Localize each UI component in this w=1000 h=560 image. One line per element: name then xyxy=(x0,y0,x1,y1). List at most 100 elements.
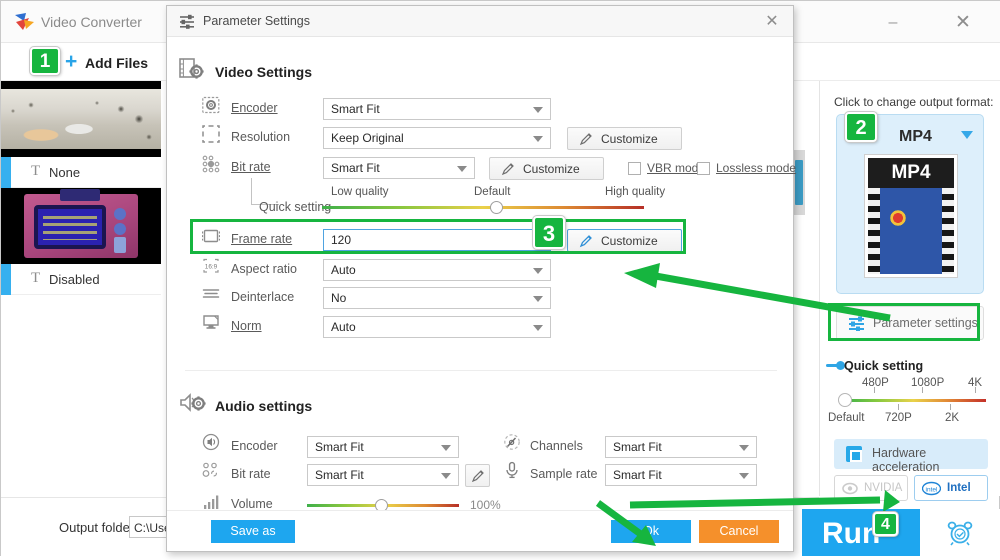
resolution-customize-label: Customize xyxy=(601,132,658,146)
bitrate-select[interactable]: Smart Fit xyxy=(323,157,475,179)
quality-slider-knob[interactable] xyxy=(490,201,503,214)
dialog-titlebar: Parameter Settings ✕ xyxy=(167,6,793,37)
chevron-down-icon xyxy=(533,325,543,331)
alarm-button[interactable] xyxy=(920,509,1000,556)
parameter-settings-dialog: Parameter Settings ✕ Video Settings Enco… xyxy=(166,5,797,552)
pencil-icon xyxy=(501,163,514,176)
sample-rate-select[interactable]: Smart Fit xyxy=(605,464,757,486)
tick-mark xyxy=(950,404,951,410)
alarm-clock-icon xyxy=(947,521,973,546)
chevron-down-icon[interactable] xyxy=(961,131,973,139)
ok-button[interactable]: Ok xyxy=(611,520,691,543)
quick-setting-slider-track[interactable] xyxy=(846,399,986,402)
chevron-down-icon xyxy=(533,107,543,113)
vbr-mode-checkbox[interactable] xyxy=(628,162,641,175)
norm-select[interactable]: Auto xyxy=(323,316,551,338)
audio-encoder-label: Encoder xyxy=(231,439,278,453)
encoder-select[interactable]: Smart Fit xyxy=(323,98,551,120)
deinterlace-value: No xyxy=(331,291,347,305)
format-thumbnail-label: MP4 xyxy=(868,158,954,188)
resolution-label: Resolution xyxy=(231,130,291,144)
annotation-badge-2: 2 xyxy=(845,112,877,142)
section-divider xyxy=(185,370,777,371)
nvidia-label: NVIDIA xyxy=(864,482,903,494)
lossless-mode-label: Lossless mode xyxy=(716,161,797,175)
film-gear-small-icon xyxy=(202,96,220,114)
lossless-mode-checkbox[interactable] xyxy=(697,162,710,175)
run-button[interactable]: Run xyxy=(802,509,920,556)
subtitle-label: Disabled xyxy=(49,272,100,287)
bars-icon xyxy=(204,495,219,509)
plus-icon: + xyxy=(65,50,78,73)
subtitle-row[interactable]: T Disabled xyxy=(1,264,161,295)
chevron-down-icon xyxy=(533,296,543,302)
quality-slider-track[interactable] xyxy=(322,206,644,209)
list-item[interactable]: T None xyxy=(1,81,161,188)
tick-label-default: Default xyxy=(828,412,865,424)
minimize-button[interactable]: – xyxy=(881,13,905,33)
highlight-box-parameter-settings xyxy=(828,303,980,341)
retro-tv-thumbnail[interactable] xyxy=(1,188,161,264)
tick-label-720p: 720P xyxy=(885,412,912,424)
quick-setting-slider-knob[interactable] xyxy=(838,393,852,407)
cancel-button[interactable]: Cancel xyxy=(699,520,779,543)
save-as-button[interactable]: Save as xyxy=(211,520,295,543)
crop-frame-icon xyxy=(202,125,220,143)
tick-mark xyxy=(922,387,923,393)
app-logo-icon xyxy=(15,13,34,30)
nvidia-button[interactable]: NVIDIA xyxy=(834,475,908,501)
tick-mark xyxy=(898,404,899,410)
bitrate-customize-label: Customize xyxy=(523,162,580,176)
aspect-ratio-select[interactable]: Auto xyxy=(323,259,551,281)
output-format-hint: Click to change output format: xyxy=(834,95,994,109)
deinterlace-select[interactable]: No xyxy=(323,287,551,309)
norm-value: Auto xyxy=(331,320,356,334)
text-icon: T xyxy=(31,163,41,179)
intel-label: Intel xyxy=(947,482,971,494)
mic-icon xyxy=(506,461,518,479)
svg-text:intel: intel xyxy=(926,486,938,493)
sample-rate-value: Smart Fit xyxy=(613,468,662,482)
subtitle-label: None xyxy=(49,165,81,180)
svg-text:16:9: 16:9 xyxy=(205,264,218,271)
chevron-down-icon xyxy=(739,473,749,479)
bitrate-customize-button[interactable]: Customize xyxy=(489,157,604,180)
quality-label-default: Default xyxy=(474,186,511,198)
dialog-footer: Save as Ok Cancel xyxy=(167,510,793,551)
audio-bitrate-value: Smart Fit xyxy=(315,468,364,482)
row-accent-bar xyxy=(1,157,11,188)
hardware-acceleration-label: Hardware acceleration xyxy=(872,446,940,474)
audio-encoder-select[interactable]: Smart Fit xyxy=(307,436,459,458)
annotation-badge-1: 1 xyxy=(30,47,60,75)
nvidia-eye-icon xyxy=(842,482,858,495)
audio-bitrate-select[interactable]: Smart Fit xyxy=(307,464,459,486)
quick-setting-label: Quick setting xyxy=(259,200,332,214)
snow-village-thumbnail[interactable] xyxy=(1,81,161,157)
monitor-icon xyxy=(203,315,219,329)
output-format-panel: Click to change output format: MP4 MP4 P… xyxy=(819,81,1000,501)
dots-icon xyxy=(202,462,218,477)
audio-bitrate-edit-button[interactable] xyxy=(465,464,490,487)
quick-setting-marker-icon xyxy=(826,361,845,370)
intel-button[interactable]: intel Intel xyxy=(914,475,988,501)
resolution-value: Keep Original xyxy=(331,131,404,145)
quick-setting-heading: Quick setting xyxy=(844,359,924,373)
bitrate-label: Bit rate xyxy=(231,160,271,174)
format-thumbnail: MP4 xyxy=(865,155,957,277)
scrollbar-thumb[interactable] xyxy=(795,160,803,205)
resolution-customize-button[interactable]: Customize xyxy=(567,127,682,150)
run-label: Run xyxy=(822,517,881,550)
add-files-button[interactable]: Add Files xyxy=(85,55,148,71)
subtitle-row[interactable]: T None xyxy=(1,157,161,188)
chevron-down-icon xyxy=(457,166,467,172)
list-item[interactable]: T Disabled xyxy=(1,188,161,295)
output-folder-label: Output folder: xyxy=(59,520,138,535)
close-button[interactable]: ✕ xyxy=(951,11,975,35)
text-icon: T xyxy=(31,270,41,286)
channels-select[interactable]: Smart Fit xyxy=(605,436,757,458)
resolution-select[interactable]: Keep Original xyxy=(323,127,551,149)
chevron-down-icon xyxy=(739,445,749,451)
aspect-ratio-value: Auto xyxy=(331,263,356,277)
dialog-close-button[interactable]: ✕ xyxy=(761,11,783,33)
hardware-acceleration-button[interactable]: Hardware acceleration xyxy=(834,439,988,474)
